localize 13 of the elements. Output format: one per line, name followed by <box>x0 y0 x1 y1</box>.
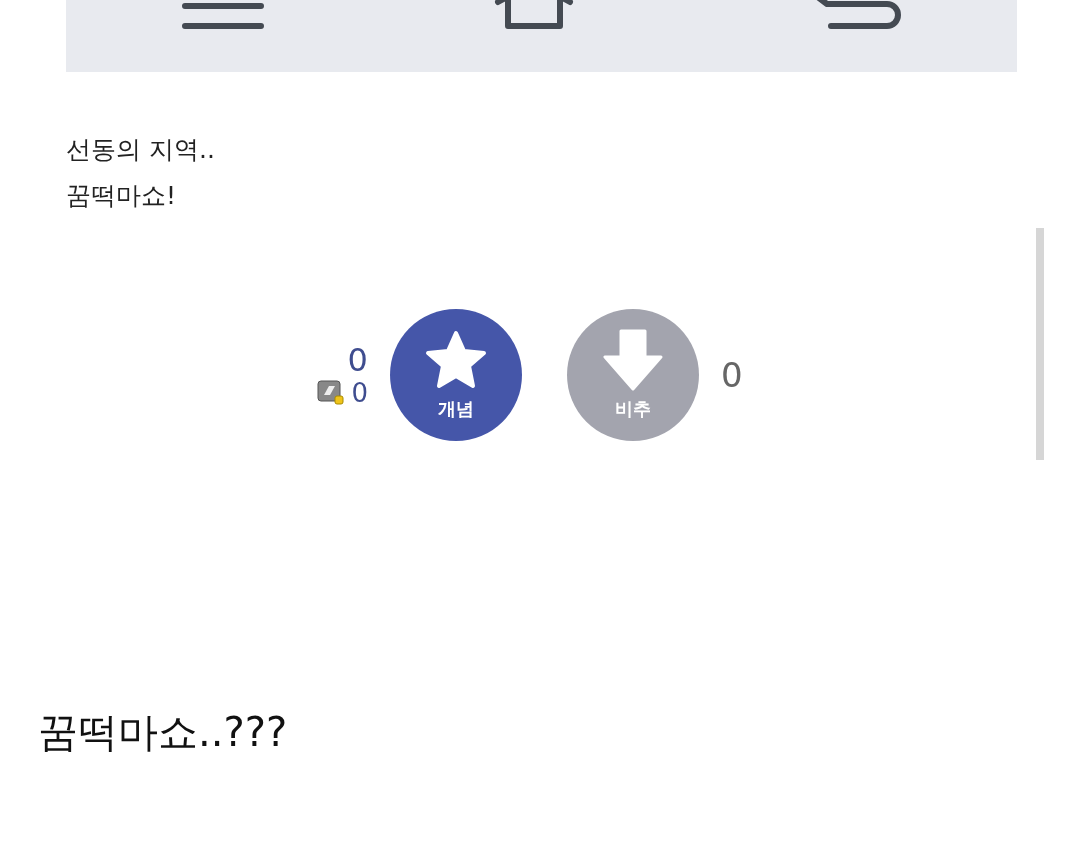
user-badge-icon <box>317 380 346 406</box>
menu-icon[interactable] <box>180 0 265 30</box>
home-icon[interactable] <box>493 0 574 30</box>
downvote-count: 0 <box>720 355 743 395</box>
scrollbar[interactable] <box>1036 228 1044 460</box>
down-arrow-icon <box>602 329 663 391</box>
caption-text: 꿈떡마쇼..??? <box>38 708 288 757</box>
fixed-user-count: 0 <box>351 378 368 408</box>
upvote-button[interactable]: 개념 <box>389 309 522 441</box>
post-text: 선동의 지역.. <box>66 134 216 166</box>
star-icon <box>423 329 488 391</box>
post-text: 꿈떡마쇼! <box>66 180 178 212</box>
upvote-count: 0 <box>347 342 368 378</box>
